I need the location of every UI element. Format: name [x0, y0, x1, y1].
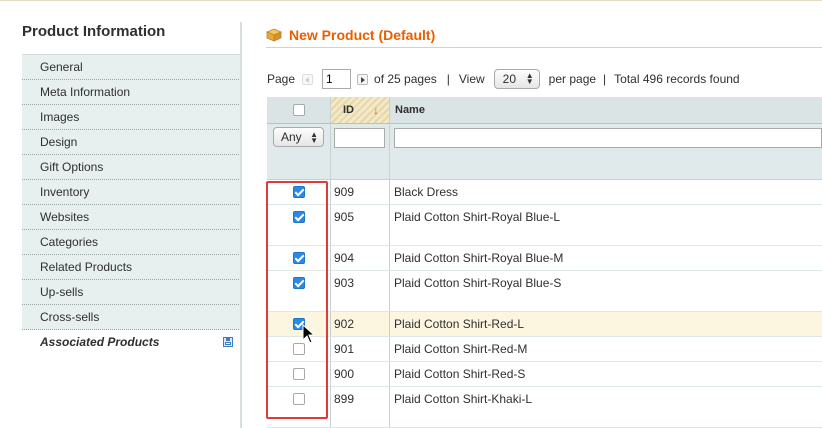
select-all-checkbox[interactable] — [293, 104, 305, 116]
sidebar-item-up-sells[interactable]: Up-sells — [22, 280, 241, 305]
column-divider — [389, 205, 390, 245]
page-label: Page — [267, 72, 296, 86]
page-title: New Product (Default) — [289, 27, 436, 43]
sidebar-item-label: Associated Products — [40, 335, 160, 349]
sidebar-item-images[interactable]: Images — [22, 105, 241, 130]
column-divider — [389, 312, 390, 336]
column-divider — [330, 362, 331, 386]
top-border — [0, 0, 822, 1]
id-filter-input[interactable] — [334, 128, 385, 148]
row-name: Plaid Cotton Shirt-Red-M — [394, 342, 528, 356]
table-row[interactable]: 899 Plaid Cotton Shirt-Khaki-L — [267, 387, 822, 428]
pager-separator: | — [603, 72, 607, 86]
sidebar-item-inventory[interactable]: Inventory — [22, 180, 241, 205]
sidebar-divider — [240, 22, 242, 428]
total-records: Total 496 records found — [614, 72, 740, 86]
per-page-value: 20 — [502, 72, 517, 86]
page-number-input[interactable] — [322, 69, 352, 89]
row-id: 902 — [334, 317, 355, 331]
row-name: Plaid Cotton Shirt-Royal Blue-M — [394, 251, 564, 265]
grid-filter-row: Any ▲ ▼ — [267, 124, 822, 180]
column-divider — [330, 246, 331, 270]
next-page-icon[interactable] — [357, 73, 369, 85]
column-divider — [330, 271, 331, 311]
row-id: 903 — [334, 276, 355, 290]
name-filter-input[interactable] — [394, 128, 822, 148]
column-divider — [389, 271, 390, 311]
column-divider — [389, 180, 390, 204]
sidebar-item-related-products[interactable]: Related Products — [22, 255, 241, 280]
sidebar-item-gift-options[interactable]: Gift Options — [22, 155, 241, 180]
sidebar-item-websites[interactable]: Websites — [22, 205, 241, 230]
sidebar-item-cross-sells[interactable]: Cross-sells — [22, 305, 241, 330]
column-divider — [389, 246, 390, 270]
column-divider — [389, 337, 390, 361]
pager-separator: | — [446, 72, 450, 86]
sidebar-item-meta-information[interactable]: Meta Information — [22, 80, 241, 105]
column-divider — [330, 205, 331, 245]
of-pages-label: of 25 pages — [374, 72, 437, 86]
row-id: 900 — [334, 367, 355, 381]
row-id: 905 — [334, 210, 355, 224]
sidebar-item-design[interactable]: Design — [22, 130, 241, 155]
table-row[interactable]: 904 Plaid Cotton Shirt-Royal Blue-M — [267, 246, 822, 271]
column-divider — [389, 97, 390, 123]
row-name: Plaid Cotton Shirt-Royal Blue-S — [394, 276, 562, 290]
save-icon — [223, 337, 233, 347]
table-row[interactable]: 902 Plaid Cotton Shirt-Red-L — [267, 312, 822, 337]
row-name: Plaid Cotton Shirt-Red-S — [394, 367, 526, 381]
mouse-cursor-icon — [302, 324, 316, 344]
grid-body: 909 Black Dress 905 Plaid Cotton Shirt-Roya… — [267, 180, 822, 428]
row-name: Black Dress — [394, 185, 459, 199]
table-row[interactable]: 905 Plaid Cotton Shirt-Royal Blue-L — [267, 205, 822, 246]
per-page-select[interactable]: 20 ▲ ▼ — [493, 69, 540, 89]
column-divider — [389, 124, 390, 179]
row-name: Plaid Cotton Shirt-Khaki-L — [394, 392, 533, 406]
column-divider — [330, 180, 331, 204]
sidebar-item-general[interactable]: General — [22, 54, 241, 80]
page-header: New Product (Default) — [265, 24, 436, 46]
column-divider — [330, 387, 331, 427]
table-row[interactable]: 909 Black Dress — [267, 180, 822, 205]
sort-desc-icon: ↓ — [373, 103, 379, 117]
box-icon — [265, 28, 283, 42]
row-name: Plaid Cotton Shirt-Royal Blue-L — [394, 210, 561, 224]
column-divider — [330, 312, 331, 336]
column-divider — [389, 362, 390, 386]
name-column-header[interactable]: Name — [395, 97, 425, 123]
sidebar: Product Information General Meta Informa… — [22, 22, 241, 354]
id-column-label: ID — [343, 104, 354, 116]
selection-highlight-box — [266, 181, 328, 419]
row-id: 899 — [334, 392, 355, 406]
view-label: View — [458, 72, 485, 86]
sidebar-item-categories[interactable]: Categories — [22, 230, 241, 255]
sidebar-item-associated-products[interactable]: Associated Products — [22, 330, 241, 354]
table-row[interactable]: 901 Plaid Cotton Shirt-Red-M — [267, 337, 822, 362]
pager: Page of 25 pages | View 20 ▲▼ per page |… — [267, 69, 740, 89]
per-page-label: per page — [548, 72, 597, 86]
row-id: 909 — [334, 185, 355, 199]
select-arrows-icon: ▲ ▼ — [310, 130, 318, 145]
column-divider — [389, 387, 390, 427]
table-row[interactable]: 903 Plaid Cotton Shirt-Royal Blue-S — [267, 271, 822, 312]
column-divider — [330, 124, 331, 179]
header-divider — [266, 47, 822, 48]
id-column-header[interactable] — [331, 97, 389, 123]
products-grid: ID ↓ Name Any ▲ ▼ 909 Black Dress 905 Plaid … — [267, 97, 822, 428]
column-divider — [330, 337, 331, 361]
sidebar-title: Product Information — [22, 23, 166, 40]
column-divider — [330, 97, 331, 123]
row-id: 901 — [334, 342, 355, 356]
table-row[interactable]: 900 Plaid Cotton Shirt-Red-S — [267, 362, 822, 387]
checkbox-filter-select[interactable]: Any ▲ ▼ — [273, 127, 324, 147]
row-id: 904 — [334, 251, 355, 265]
grid-header-row: ID ↓ Name — [267, 97, 822, 124]
filter-any-value: Any — [281, 130, 302, 144]
prev-page-icon[interactable] — [302, 73, 314, 85]
row-name: Plaid Cotton Shirt-Red-L — [394, 317, 525, 331]
select-arrows-icon: ▲ ▼ — [525, 71, 534, 86]
